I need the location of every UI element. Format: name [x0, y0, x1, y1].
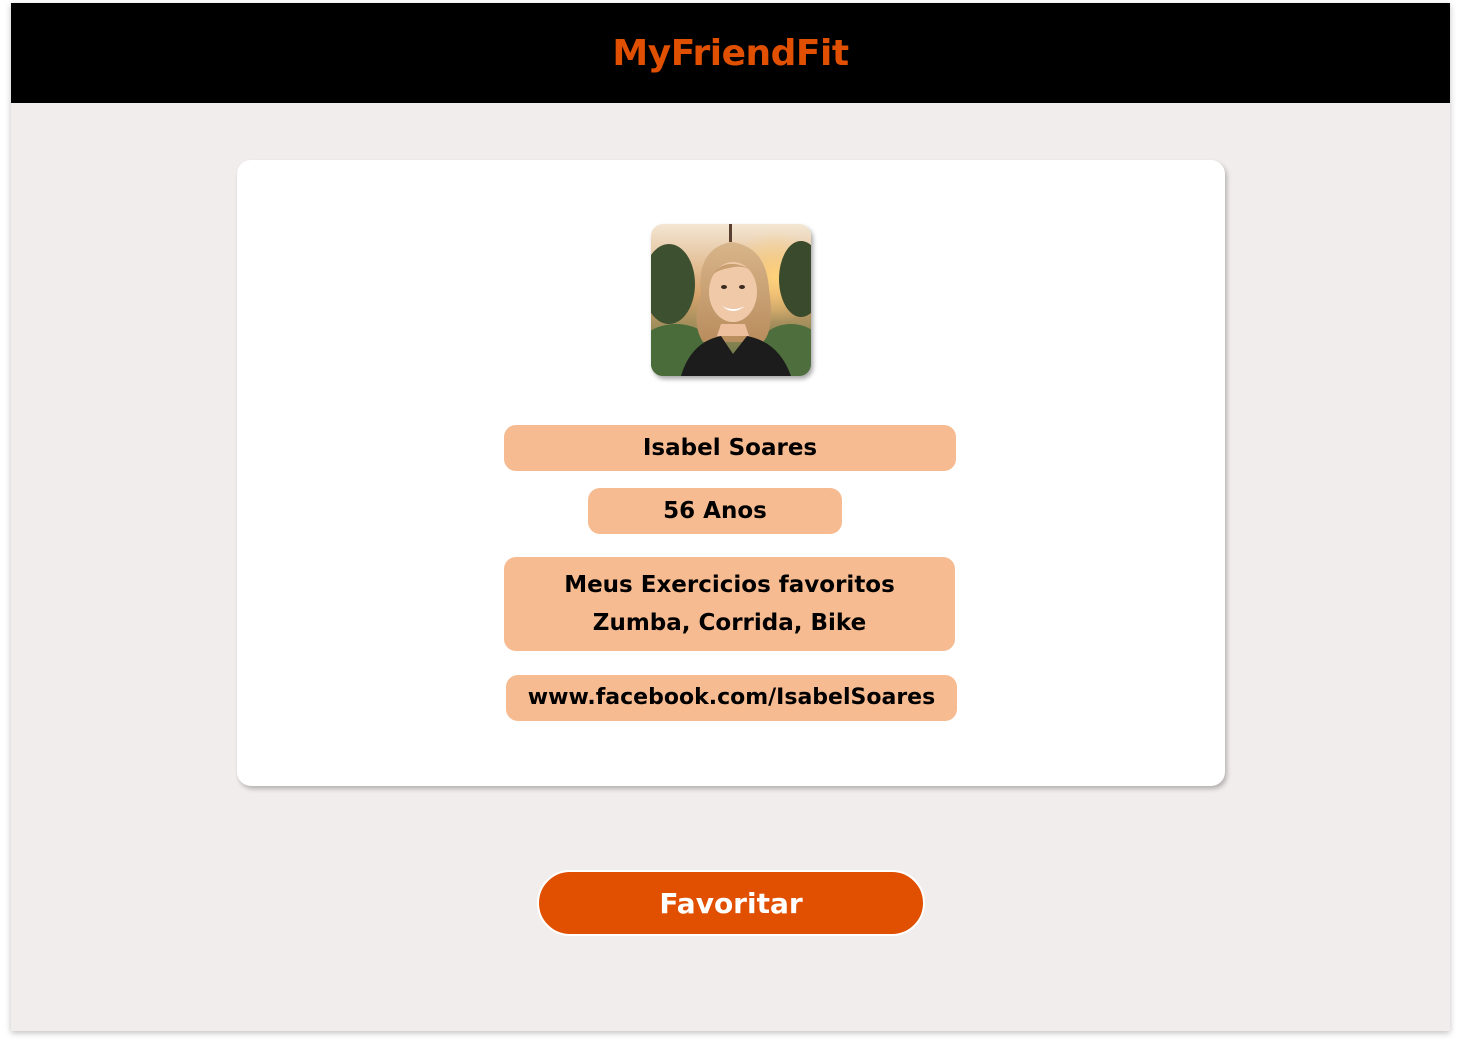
app-window: MyFriendFit Isabel Soares 56 Anos Meus E… [11, 3, 1450, 1031]
profile-photo-icon [651, 224, 811, 376]
top-bar: MyFriendFit [11, 3, 1450, 103]
favorite-button[interactable]: Favoritar [537, 870, 925, 936]
favorite-exercises-title: Meus Exercicios favoritos [564, 572, 895, 598]
favorite-exercises-list: Zumba, Corrida, Bike [592, 610, 867, 636]
brand-title: MyFriendFit [612, 32, 849, 74]
profile-name: Isabel Soares [504, 425, 956, 471]
avatar [651, 224, 811, 376]
favorite-exercises: Meus Exercicios favoritos Zumba, Corrida… [504, 557, 955, 651]
facebook-link[interactable]: www.facebook.com/IsabelSoares [506, 675, 957, 721]
profile-card: Isabel Soares 56 Anos Meus Exercicios fa… [237, 160, 1225, 786]
profile-age: 56 Anos [588, 488, 842, 534]
